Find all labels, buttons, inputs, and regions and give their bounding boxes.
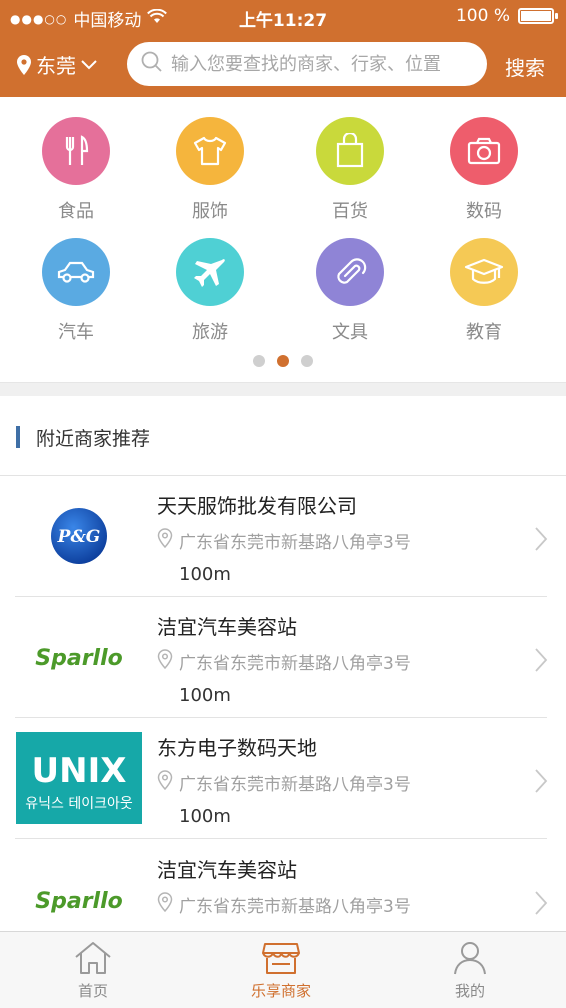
address-text: 广东省东莞市新基路八角亭3号	[179, 533, 411, 553]
category-department-store[interactable]: 百货	[290, 117, 410, 223]
location-pin-icon	[16, 54, 32, 75]
merchant-address: 广东省东莞市新基路八角亭3号	[157, 528, 411, 553]
header: 东莞 搜索	[0, 32, 566, 97]
paperclip-icon	[316, 238, 384, 306]
category-label: 数码	[466, 201, 502, 222]
chevron-right-icon	[534, 526, 548, 556]
category-label: 旅游	[192, 322, 228, 343]
user-icon	[410, 940, 530, 976]
address-text: 广东省东莞市新基路八角亭3号	[179, 897, 411, 917]
tab-label: 首页	[77, 982, 108, 1000]
bottom-tab-bar: 首页 乐享商家 我的	[0, 931, 566, 1008]
status-bar: ●●●○○ 中国移动 上午11:27 100 %	[0, 0, 566, 32]
merchant-item[interactable]: Sparllo 洁宜汽车美容站 广东省东莞市新基路八角亭3号 100m	[0, 597, 566, 718]
chevron-right-icon	[534, 647, 548, 677]
merchant-logo-sparllo: Sparllo	[16, 864, 142, 931]
category-stationery[interactable]: 文具	[290, 238, 410, 344]
merchant-name: 洁宜汽车美容站	[157, 858, 297, 882]
page-dot[interactable]	[253, 355, 265, 367]
logo-subtext: 유닉스 테이크아웃	[25, 796, 133, 812]
category-label: 汽车	[58, 322, 94, 343]
category-car[interactable]: 汽车	[16, 238, 136, 344]
category-clothing[interactable]: 服饰	[150, 117, 270, 223]
category-digital[interactable]: 数码	[424, 117, 544, 223]
merchant-item[interactable]: P&G 天天服饰批发有限公司 广东省东莞市新基路八角亭3号 100m	[0, 476, 566, 597]
chevron-right-icon	[534, 768, 548, 798]
merchant-item[interactable]: UNIX 유닉스 테이크아웃 东方电子数码天地 广东省东莞市新基路八角亭3号 1…	[0, 718, 566, 839]
page-dot[interactable]	[301, 355, 313, 367]
category-label: 教育	[466, 322, 502, 343]
home-icon	[33, 940, 153, 976]
battery-icon	[518, 8, 558, 24]
airplane-icon	[176, 238, 244, 306]
merchant-name: 洁宜汽车美容站	[157, 615, 297, 639]
category-grid: 食品 服饰 百货 数码 汽车 旅游 文具 教育	[0, 97, 566, 382]
category-label: 文具	[332, 322, 368, 343]
merchant-logo-pg: P&G	[16, 500, 142, 572]
category-label: 服饰	[192, 201, 228, 222]
row-divider	[15, 838, 547, 839]
category-label: 食品	[58, 201, 94, 222]
logo-text: UNIX	[32, 751, 127, 791]
location-pin-icon	[157, 892, 173, 917]
fork-knife-icon	[42, 117, 110, 185]
merchant-address: 广东省东莞市新基路八角亭3号	[157, 892, 411, 917]
store-icon	[221, 940, 341, 976]
camera-icon	[450, 117, 518, 185]
merchant-item[interactable]: Sparllo 洁宜汽车美容站 广东省东莞市新基路八角亭3号 100m	[0, 840, 566, 931]
logo-text: Sparllo	[35, 646, 122, 671]
chevron-down-icon	[80, 59, 98, 71]
merchant-logo-sparllo: Sparllo	[16, 621, 142, 693]
category-label: 百货	[332, 201, 368, 222]
merchant-distance: 100m	[179, 685, 231, 706]
tab-label: 乐享商家	[250, 982, 311, 1000]
page-dot-active[interactable]	[277, 355, 289, 367]
tab-home[interactable]: 首页	[33, 940, 153, 1001]
logo-text: P&G	[57, 527, 101, 547]
merchant-name: 东方电子数码天地	[157, 736, 317, 760]
car-icon	[42, 238, 110, 306]
search-icon	[141, 51, 163, 77]
shopping-bag-icon	[316, 117, 384, 185]
merchant-name: 天天服饰批发有限公司	[157, 494, 357, 518]
category-travel[interactable]: 旅游	[150, 238, 270, 344]
section-header: 附近商家推荐	[0, 396, 566, 476]
location-pin-icon	[157, 649, 173, 674]
battery-percent: 100 %	[455, 6, 510, 26]
merchant-distance: 100m	[179, 564, 231, 585]
merchant-address: 广东省东莞市新基路八角亭3号	[157, 649, 411, 674]
page-indicator	[0, 355, 566, 367]
tab-profile[interactable]: 我的	[410, 940, 530, 1001]
tab-merchants[interactable]: 乐享商家	[221, 940, 341, 1001]
location-pin-icon	[157, 528, 173, 553]
tab-label: 我的	[454, 982, 485, 1000]
merchant-list: P&G 天天服饰批发有限公司 广东省东莞市新基路八角亭3号 100m Sparl…	[0, 476, 566, 931]
logo-text: Sparllo	[35, 889, 122, 914]
address-text: 广东省东莞市新基路八角亭3号	[179, 775, 411, 795]
city-selector[interactable]: 东莞	[16, 50, 98, 79]
graduation-cap-icon	[450, 238, 518, 306]
search-input[interactable]	[171, 53, 481, 75]
category-education[interactable]: 教育	[424, 238, 544, 344]
section-accent-bar	[16, 426, 20, 448]
section-separator	[0, 382, 566, 396]
merchant-logo-unix: UNIX 유닉스 테이크아웃	[16, 732, 142, 824]
chevron-right-icon	[534, 890, 548, 920]
location-pin-icon	[157, 770, 173, 795]
city-name: 东莞	[36, 54, 76, 78]
address-text: 广东省东莞市新基路八角亭3号	[179, 654, 411, 674]
merchant-address: 广东省东莞市新基路八角亭3号	[157, 770, 411, 795]
shirt-icon	[176, 117, 244, 185]
top-bar: ●●●○○ 中国移动 上午11:27 100 % 东莞 输入您要查找的商家、行家…	[0, 0, 566, 97]
category-food[interactable]: 食品	[16, 117, 136, 223]
search-button[interactable]: 搜索	[505, 52, 545, 81]
merchant-distance: 100m	[179, 806, 231, 827]
search-box[interactable]	[127, 42, 487, 86]
section-title: 附近商家推荐	[36, 428, 151, 450]
